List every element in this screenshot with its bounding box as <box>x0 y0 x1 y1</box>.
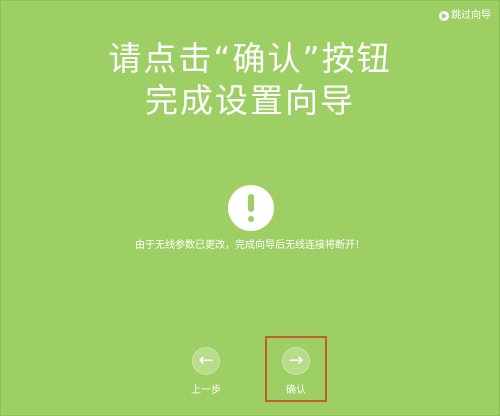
setup-wizard-page: 跳过向导 请点击“确认”按钮 完成设置向导 由于无线参数已更改，完成向导后无线连… <box>0 0 500 416</box>
title-line-2: 完成设置向导 <box>145 81 355 120</box>
skip-wizard-label: 跳过向导 <box>451 10 491 21</box>
arrow-right-icon: → <box>282 347 310 375</box>
previous-step-button[interactable]: ← 上一步 <box>179 347 233 397</box>
confirm-button[interactable]: → 确认 <box>265 336 327 402</box>
skip-wizard-button[interactable]: 跳过向导 <box>439 10 491 22</box>
warning-icon <box>228 185 274 231</box>
page-title: 请点击“确认”按钮 完成设置向导 <box>1 38 499 122</box>
warning-message: 由于无线参数已更改，完成向导后无线连接将断开！ <box>135 240 365 251</box>
previous-step-label: 上一步 <box>191 385 221 396</box>
confirm-label: 确认 <box>286 385 306 396</box>
skip-icon <box>439 11 449 21</box>
arrow-left-icon: ← <box>192 347 220 375</box>
title-line-1: 请点击“确认”按钮 <box>108 39 392 78</box>
